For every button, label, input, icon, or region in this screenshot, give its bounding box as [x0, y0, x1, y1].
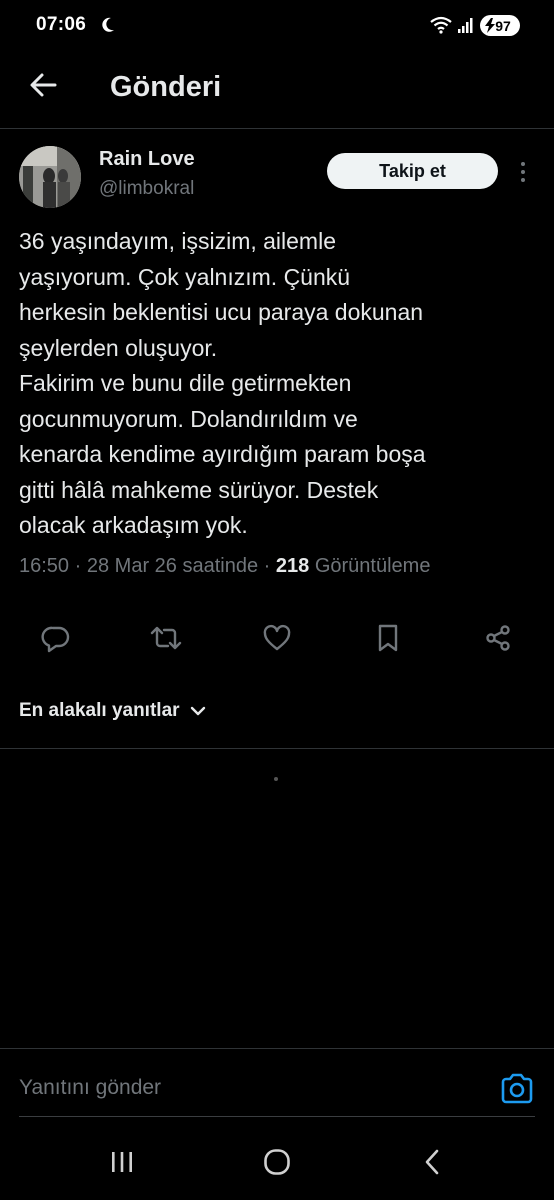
- wifi-icon: [430, 16, 452, 34]
- recent-apps-icon: [112, 1152, 132, 1172]
- reply-button[interactable]: [38, 620, 74, 656]
- signal-icon: [458, 18, 473, 33]
- post-time: 16:50: [19, 555, 70, 577]
- loading-indicator: [274, 777, 278, 781]
- system-back-button[interactable]: [412, 1146, 452, 1178]
- retweet-icon: [150, 626, 182, 650]
- status-bar: 07:06 97: [0, 0, 554, 52]
- bookmark-icon: [378, 624, 398, 652]
- meta-separator: ·: [74, 555, 82, 577]
- post-text: 36 yaşındayım, işsizim, ailemle yaşıyoru…: [19, 228, 426, 538]
- avatar[interactable]: [19, 146, 81, 208]
- meta-separator: ·: [263, 555, 271, 577]
- author-name[interactable]: Rain Love: [99, 148, 195, 171]
- reply-input[interactable]: [19, 1076, 459, 1100]
- recent-apps-button[interactable]: [102, 1146, 142, 1178]
- replies-sort-label: En alakalı yanıtlar: [19, 700, 180, 721]
- status-time: 07:06: [36, 14, 87, 35]
- share-icon: [486, 625, 510, 651]
- like-button[interactable]: [259, 620, 295, 656]
- reply-composer: [0, 1048, 554, 1118]
- home-button[interactable]: [257, 1146, 297, 1178]
- page-title: Gönderi: [110, 71, 222, 103]
- author-handle[interactable]: @limbokral: [99, 178, 194, 200]
- back-icon: [425, 1149, 439, 1175]
- post-date: 28 Mar 26 saatinde: [86, 555, 259, 577]
- views-count: 218: [275, 555, 310, 577]
- bookmark-button[interactable]: [370, 620, 406, 656]
- battery-icon: 97: [480, 15, 520, 36]
- moon-icon: [102, 17, 114, 32]
- system-nav-bar: [0, 1130, 554, 1200]
- top-bar: Gönderi: [0, 52, 554, 128]
- chevron-down-icon: [190, 706, 205, 716]
- reply-underline: [19, 1116, 535, 1117]
- replies-divider: [0, 748, 554, 749]
- post-meta: 16:50 · 28 Mar 26 saatinde · 218 Görüntü…: [19, 555, 430, 578]
- replies-sort-dropdown[interactable]: En alakalı yanıtlar: [19, 700, 206, 722]
- like-icon: [263, 624, 291, 651]
- share-button[interactable]: [480, 620, 516, 656]
- more-vertical-icon[interactable]: [515, 160, 531, 184]
- arrow-left-icon[interactable]: [28, 70, 58, 100]
- battery-level: 97: [495, 17, 511, 34]
- home-icon: [264, 1149, 290, 1175]
- camera-icon[interactable]: [500, 1072, 534, 1106]
- retweet-button[interactable]: [148, 620, 184, 656]
- reply-icon: [41, 626, 70, 653]
- follow-button[interactable]: Takip et: [327, 153, 498, 189]
- header-divider: [0, 128, 554, 129]
- views-label: Görüntüleme: [314, 555, 431, 577]
